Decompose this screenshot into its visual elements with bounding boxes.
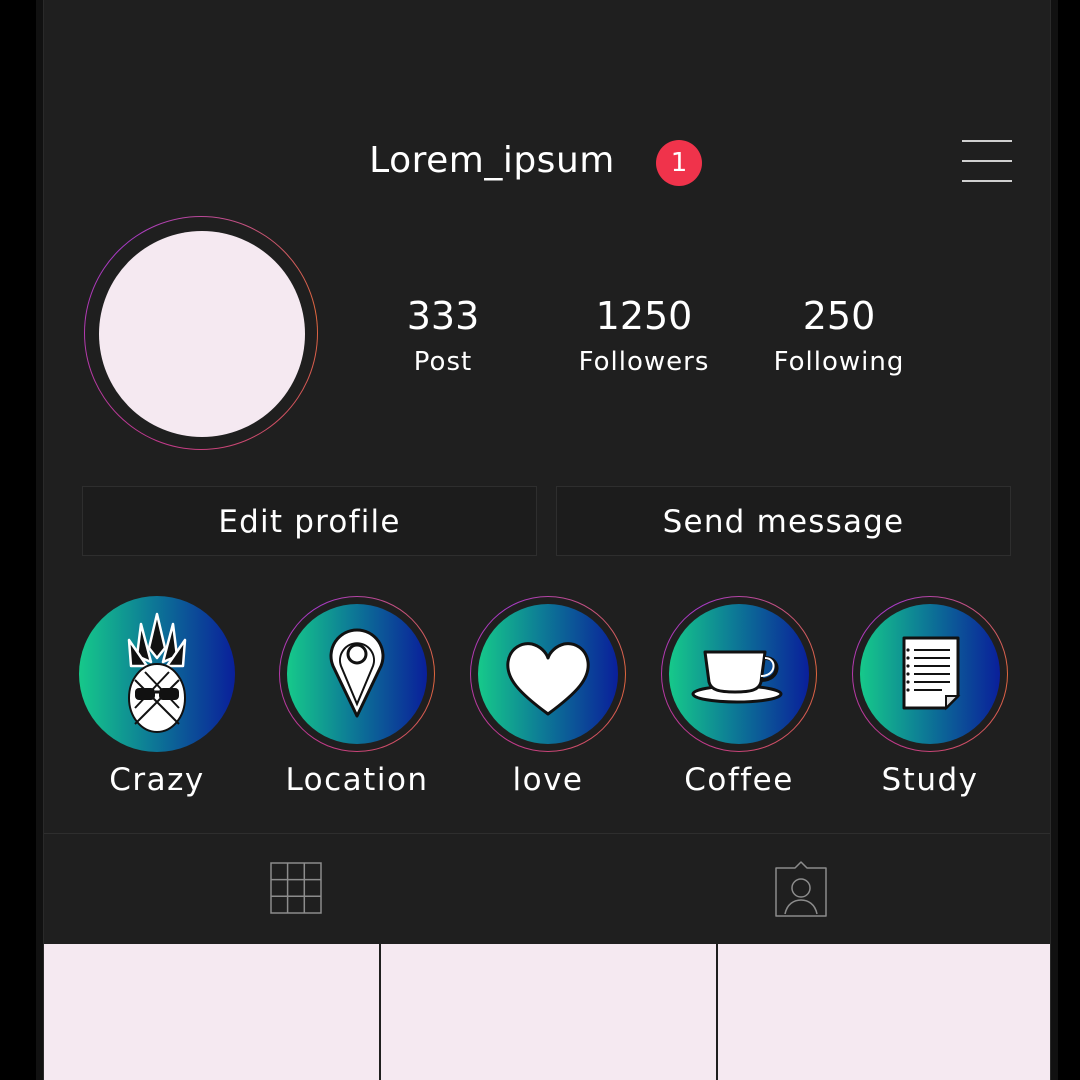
highlight-label: Study [881,762,979,798]
document-icon [902,636,961,711]
edit-profile-button[interactable]: Edit profile [82,486,537,556]
highlight-love[interactable]: love [468,596,628,800]
highlight-cover [669,604,809,744]
highlight-crazy[interactable]: Crazy [77,596,237,800]
notification-badge[interactable]: 1 [656,140,702,186]
following-count: 250 [802,294,876,338]
avatar[interactable] [99,231,305,437]
highlight-study[interactable]: Study [850,596,1010,800]
highlight-label: love [512,762,584,798]
coffee-cup-icon [691,650,783,704]
highlight-cover [287,604,427,744]
tab-tagged[interactable] [773,860,829,918]
device-frame: Lorem_ipsum 1 333 Post 1250 Followers 25… [0,0,1080,1080]
profile-header: Lorem_ipsum [44,140,1050,181]
posts-grid [44,942,1050,1080]
following-label: Following [773,347,905,377]
highlight-cover [478,604,618,744]
device-edge-right [1050,0,1058,1080]
stat-posts[interactable]: 333 Post [353,290,533,382]
highlight-label: Location [285,762,429,798]
highlight-cover [79,596,235,752]
highlight-cover [860,604,1000,744]
post-thumbnail[interactable] [718,944,1050,1080]
send-message-button[interactable]: Send message [556,486,1011,556]
highlight-location[interactable]: Location [277,596,437,800]
avatar-story-ring[interactable] [84,216,318,450]
location-pin-icon [329,628,385,718]
posts-label: Post [413,347,473,377]
stat-following[interactable]: 250 Following [749,290,929,382]
username-label[interactable]: Lorem_ipsum [369,140,615,181]
followers-count: 1250 [595,294,693,338]
posts-count: 333 [406,294,480,338]
tagged-user-icon [775,861,827,917]
post-thumbnail[interactable] [44,944,379,1080]
post-thumbnail[interactable] [381,944,716,1080]
hamburger-menu-icon[interactable] [962,140,1012,184]
profile-screen: Lorem_ipsum 1 333 Post 1250 Followers 25… [44,0,1050,1080]
highlight-label: Coffee [684,762,794,798]
followers-label: Followers [578,347,710,377]
heart-icon [506,642,590,716]
stat-followers[interactable]: 1250 Followers [554,290,734,382]
highlight-coffee[interactable]: Coffee [659,596,819,800]
tab-divider [44,833,1050,834]
highlight-label: Crazy [109,762,205,798]
device-edge-left [36,0,44,1080]
tab-grid[interactable] [268,860,324,918]
pineapple-icon [127,612,187,733]
grid-icon [270,862,322,914]
